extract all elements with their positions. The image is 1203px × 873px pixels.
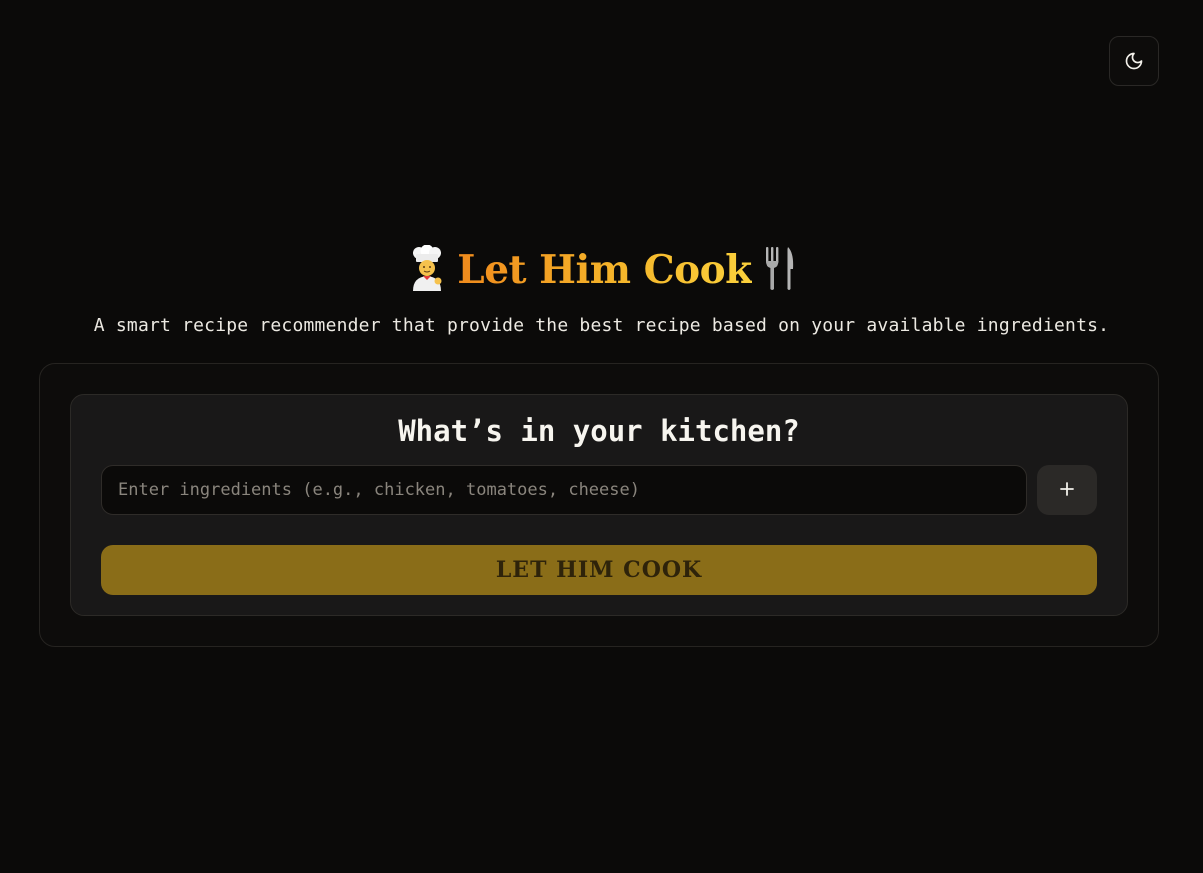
plus-icon: [1059, 481, 1075, 500]
let-him-cook-button[interactable]: LET HIM COOK: [101, 545, 1097, 595]
moon-icon: [1124, 51, 1144, 71]
app-title: Let Him Cook: [0, 240, 1203, 300]
theme-toggle-button[interactable]: [1109, 36, 1159, 86]
add-ingredient-button[interactable]: [1037, 465, 1097, 515]
ingredient-input[interactable]: [101, 465, 1027, 515]
form-heading: What’s in your kitchen?: [398, 414, 800, 448]
app-subtitle: A smart recipe recommender that provide …: [93, 315, 1110, 336]
chef-emoji-icon: [407, 244, 447, 295]
fork-knife-icon: [762, 245, 796, 295]
app-title-text: Let Him Cook: [457, 247, 752, 293]
